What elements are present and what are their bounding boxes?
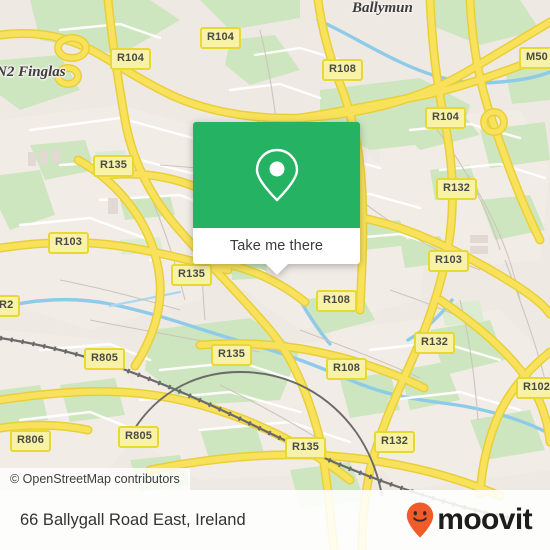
moovit-smiley-pin-icon bbox=[407, 502, 434, 538]
road-shield[interactable]: R135 bbox=[211, 344, 253, 366]
moovit-map-screen: Ballymun N2 Finglas R104 R104 R108 M50 R… bbox=[0, 0, 550, 550]
bottom-bar: 66 Ballygall Road East, Ireland moovit bbox=[0, 490, 550, 550]
popup-pin-area bbox=[193, 122, 360, 228]
road-shield[interactable]: R132 bbox=[436, 178, 478, 200]
map-canvas[interactable]: Ballymun N2 Finglas R104 R104 R108 M50 R… bbox=[0, 0, 550, 550]
road-shield[interactable]: R135 bbox=[93, 155, 135, 177]
road-shield[interactable]: R102 bbox=[516, 377, 550, 399]
road-shield[interactable]: R104 bbox=[425, 107, 467, 129]
take-me-there-popup[interactable]: Take me there bbox=[193, 122, 360, 275]
popup-button-label: Take me there bbox=[229, 238, 324, 254]
road-shield[interactable]: M50 bbox=[519, 47, 550, 69]
moovit-logo[interactable]: moovit bbox=[406, 502, 533, 538]
location-pin-icon bbox=[255, 148, 298, 202]
road-shield[interactable]: R135 bbox=[285, 437, 327, 459]
road-shield[interactable]: R805 bbox=[84, 348, 126, 370]
road-shield[interactable]: R108 bbox=[322, 59, 364, 81]
moovit-wordmark: moovit bbox=[437, 503, 532, 536]
map-attribution[interactable]: © OpenStreetMap contributors bbox=[0, 468, 190, 490]
place-label-ballymun: Ballymun bbox=[352, 0, 413, 16]
popup-button[interactable]: Take me there bbox=[193, 228, 360, 275]
road-shield[interactable]: R806 bbox=[10, 430, 52, 452]
address-label: 66 Ballygall Road East, Ireland bbox=[20, 510, 246, 529]
road-shield[interactable]: R2 bbox=[0, 295, 21, 317]
road-shield[interactable]: R805 bbox=[118, 426, 160, 448]
road-shield[interactable]: R104 bbox=[200, 27, 242, 49]
road-shield[interactable]: R103 bbox=[48, 232, 90, 254]
road-shield[interactable]: R104 bbox=[110, 48, 152, 70]
road-shield[interactable]: R108 bbox=[316, 290, 358, 312]
road-shield[interactable]: R132 bbox=[414, 332, 456, 354]
popup-tail bbox=[265, 264, 288, 275]
road-shield[interactable]: R135 bbox=[171, 264, 213, 286]
road-shield[interactable]: R132 bbox=[374, 431, 416, 453]
road-shield[interactable]: R108 bbox=[326, 358, 368, 380]
road-shield[interactable]: R103 bbox=[428, 250, 470, 272]
attribution-text: © OpenStreetMap contributors bbox=[10, 472, 180, 486]
place-label-n2-finglas: N2 Finglas bbox=[0, 64, 66, 80]
